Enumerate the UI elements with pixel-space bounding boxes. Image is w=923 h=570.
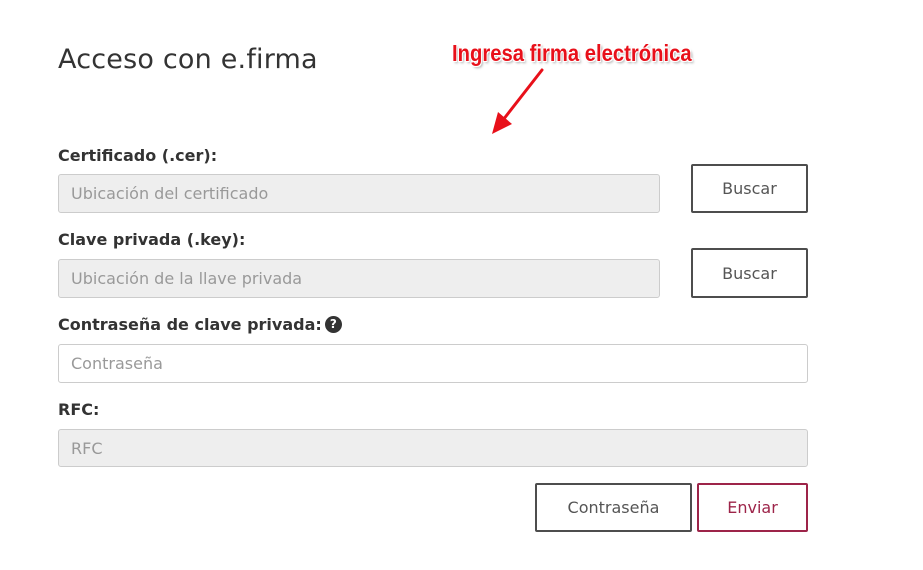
browse-certificate-button[interactable]: Buscar bbox=[691, 164, 808, 213]
certificate-input[interactable] bbox=[58, 174, 660, 213]
submit-button[interactable]: Enviar bbox=[697, 483, 808, 532]
rfc-input[interactable] bbox=[58, 429, 808, 467]
rfc-label: RFC: bbox=[58, 400, 100, 419]
annotation-arrow-icon bbox=[492, 68, 544, 134]
password-input[interactable] bbox=[58, 344, 808, 383]
password-login-button[interactable]: Contraseña bbox=[535, 483, 692, 532]
private-key-label: Clave privada (.key): bbox=[58, 230, 246, 249]
private-key-input[interactable] bbox=[58, 259, 660, 298]
certificate-label: Certificado (.cer): bbox=[58, 146, 218, 165]
question-circle-icon[interactable]: ? bbox=[324, 316, 342, 333]
page-title: Acceso con e.firma bbox=[58, 44, 318, 75]
browse-private-key-button[interactable]: Buscar bbox=[691, 248, 808, 298]
password-label: Contraseña de clave privada: bbox=[58, 315, 322, 334]
password-label-row: Contraseña de clave privada: ? bbox=[58, 315, 342, 334]
